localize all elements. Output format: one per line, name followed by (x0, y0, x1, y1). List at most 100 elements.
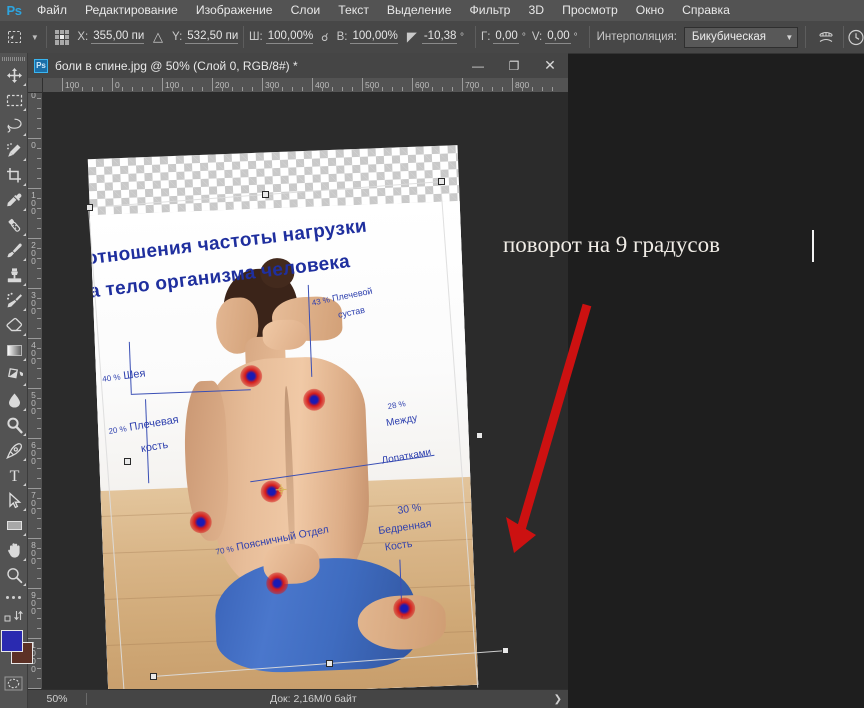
rectangular-marquee-tool[interactable] (0, 88, 28, 113)
ruler-minor-tick (37, 508, 41, 509)
ruler-label: 200 (29, 241, 38, 265)
ruler-tick (412, 78, 413, 91)
quick-selection-tool[interactable] (0, 138, 28, 163)
status-expander-icon[interactable]: ❯ (554, 694, 562, 705)
ruler-corner[interactable] (28, 78, 43, 93)
ruler-minor-tick (542, 87, 543, 91)
photoshop-logo-icon: Ps (0, 0, 28, 21)
ruler-minor-tick (37, 258, 41, 259)
ruler-minor-tick (92, 87, 93, 91)
foreground-color-swatch[interactable] (1, 630, 23, 652)
ruler-minor-tick (37, 578, 41, 579)
transform-handle-middle-right[interactable] (476, 432, 483, 439)
ruler-minor-tick (37, 468, 41, 469)
warp-mode-icon[interactable] (811, 22, 840, 52)
quick-mask-icon[interactable] (0, 672, 27, 694)
brush-tool[interactable] (0, 238, 28, 263)
svg-text:T: T (9, 468, 19, 484)
menu-edit[interactable]: Редактирование (76, 0, 187, 21)
link-chain-icon[interactable]: ☌ (321, 31, 328, 44)
skew-vertical-input[interactable]: 0,00 (545, 30, 570, 44)
ruler-label: 100 (29, 191, 38, 215)
ruler-minor-tick (82, 87, 83, 91)
skew-horizontal-input[interactable]: 0,00 (493, 30, 518, 44)
hand-tool[interactable] (0, 538, 28, 563)
menu-image[interactable]: Изображение (187, 0, 282, 21)
ruler-label: 500 (29, 391, 38, 415)
menu-filter[interactable]: Фильтр (461, 0, 520, 21)
color-swatches[interactable] (0, 628, 27, 672)
width-input[interactable]: 100,00% (266, 30, 313, 44)
transform-reference-point[interactable] (275, 482, 286, 493)
vertical-ruler[interactable]: 0010020030040050060070080090010001 (28, 92, 43, 692)
ruler-minor-tick (37, 568, 41, 569)
dodge-tool[interactable] (0, 413, 28, 438)
blur-tool[interactable] (0, 388, 28, 413)
menu-help[interactable]: Справка (673, 0, 739, 21)
path-selection-tool[interactable] (0, 488, 28, 513)
ellipsis-more-tools-icon[interactable] (0, 588, 27, 606)
toolbar-drag-handle[interactable] (0, 55, 27, 63)
menu-view[interactable]: Просмотр (553, 0, 627, 21)
menu-layers[interactable]: Слои (282, 0, 330, 21)
gradient-tool[interactable] (0, 338, 28, 363)
ruler-minor-tick (522, 87, 523, 91)
ruler-minor-tick (37, 368, 41, 369)
rotation-angle-input[interactable]: -10,38 (422, 30, 457, 44)
swap-colors-icon[interactable] (0, 606, 28, 626)
reference-point-selector[interactable] (55, 30, 69, 45)
zoom-tool[interactable] (0, 563, 28, 588)
height-input[interactable]: 100,00% (350, 30, 397, 44)
maximize-button[interactable]: ❐ (496, 53, 532, 78)
height-label: В: (337, 31, 348, 43)
lasso-tool[interactable] (0, 113, 28, 138)
ruler-minor-tick (37, 518, 41, 519)
ruler-label: 0 (115, 80, 120, 90)
move-tool[interactable] (0, 63, 28, 88)
y-position-input[interactable]: 532,50 пи (185, 30, 238, 44)
ruler-minor-tick (332, 87, 333, 91)
ruler-tick (212, 78, 213, 91)
divider (243, 26, 244, 48)
menu-select[interactable]: Выделение (378, 0, 461, 21)
document-title-bar[interactable]: Ps боли в спине.jpg @ 50% (Слой 0, RGB/8… (28, 53, 568, 79)
ruler-minor-tick (102, 87, 103, 91)
history-brush-tool[interactable] (0, 288, 28, 313)
menu-window[interactable]: Окно (627, 0, 673, 21)
tool-preset-chevron-down-icon[interactable]: ▼ (29, 22, 41, 52)
zoom-level[interactable]: 50% (28, 693, 86, 705)
interpolation-select[interactable]: Бикубическая ▼ (684, 27, 798, 48)
ruler-minor-tick (202, 87, 203, 91)
ruler-minor-tick (402, 87, 403, 91)
interpolation-label: Интерполяция: (597, 31, 677, 43)
ruler-tick (28, 588, 41, 589)
menu-text[interactable]: Текст (329, 0, 378, 21)
interpolation-value: Бикубическая (692, 31, 766, 43)
menu-3d[interactable]: 3D (519, 0, 553, 21)
clone-stamp-tool[interactable] (0, 263, 28, 288)
pen-tool[interactable] (0, 438, 28, 463)
ruler-minor-tick (272, 87, 273, 91)
x-position-input[interactable]: 355,00 пи (91, 30, 144, 44)
horizontal-ruler[interactable]: 1000100200300400500600700800 (28, 78, 568, 93)
crop-tool[interactable] (0, 163, 28, 188)
menu-file[interactable]: Файл (28, 0, 76, 21)
healing-brush-tool[interactable] (0, 213, 28, 238)
ruler-minor-tick (37, 268, 41, 269)
close-button[interactable]: ✕ (532, 53, 568, 78)
rectangle-tool[interactable] (0, 513, 28, 538)
ruler-tick (28, 138, 41, 139)
document-ps-icon: Ps (34, 59, 48, 73)
eraser-tool[interactable] (0, 313, 28, 338)
ruler-minor-tick (37, 558, 41, 559)
free-transform-icon[interactable] (0, 22, 29, 52)
transform-handle-bottom-right[interactable] (502, 647, 509, 654)
ruler-minor-tick (37, 478, 41, 479)
history-clock-icon[interactable] (847, 22, 864, 52)
transformed-layer[interactable]: отношения частоты нагрузки а тело органи… (88, 145, 478, 692)
delta-triangle-icon[interactable]: △ (153, 29, 163, 45)
eyedropper-tool[interactable] (0, 188, 28, 213)
minimize-button[interactable]: — (460, 53, 496, 78)
paint-bucket-tool[interactable] (0, 363, 28, 388)
type-tool[interactable]: T (0, 463, 28, 488)
